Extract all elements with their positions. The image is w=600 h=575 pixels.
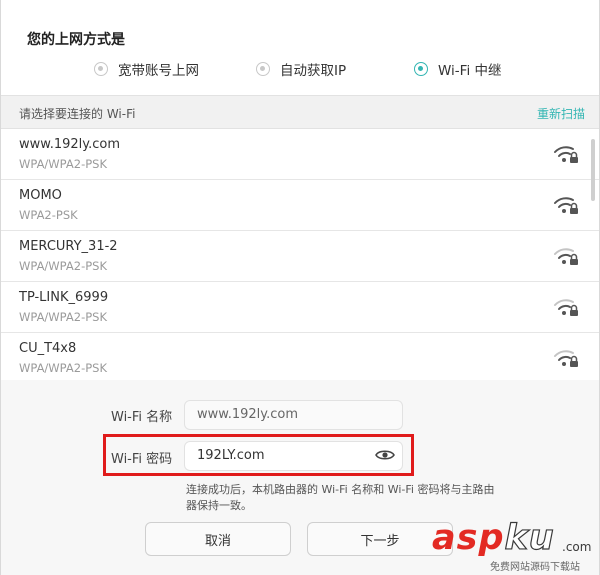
watermark-domain: .com — [562, 540, 592, 554]
wifi-list-item[interactable]: www.192ly.com WPA/WPA2-PSK — [1, 129, 599, 180]
wifi-security: WPA2-PSK — [19, 208, 78, 222]
wifi-ssid: MERCURY_31-2 — [19, 239, 118, 254]
mode-label: Wi-Fi 中继 — [438, 63, 502, 79]
wifi-list-item[interactable]: MERCURY_31-2 WPA/WPA2-PSK — [1, 231, 599, 282]
wifi-security: WPA/WPA2-PSK — [19, 310, 107, 324]
mode-label: 自动获取IP — [280, 63, 347, 79]
mode-wifi-repeater[interactable]: Wi-Fi 中继 — [414, 58, 502, 80]
watermark-logo: aspku — [432, 517, 555, 558]
radio-icon[interactable] — [256, 62, 270, 76]
radio-selected-icon[interactable] — [414, 62, 428, 76]
aspku-watermark: aspku .com 免费网站源码下载站 — [432, 517, 600, 575]
wifi-locked-icon — [554, 248, 578, 265]
connection-mode-group: 宽带账号上网 自动获取IP Wi-Fi 中继 — [0, 58, 600, 80]
wifi-ssid: www.192ly.com — [19, 137, 120, 152]
wifi-list-scrollbar[interactable] — [591, 139, 595, 201]
sync-note: 连接成功后，本机路由器的 Wi-Fi 名称和 Wi-Fi 密码将与主路由器保持一… — [186, 483, 495, 512]
wifi-name-label: Wi-Fi 名称 — [111, 410, 173, 425]
wifi-locked-icon — [554, 146, 578, 163]
page-title: 您的上网方式是 — [27, 32, 125, 48]
wifi-ssid: TP-LINK_6999 — [19, 290, 109, 305]
wifi-locked-icon — [554, 197, 578, 214]
wifi-ssid: CU_T4x8 — [19, 341, 77, 356]
wifi-name-field[interactable]: www.192ly.com — [184, 400, 403, 430]
wifi-ssid: MOMO — [19, 188, 62, 203]
wifi-list-title: 请选择要连接的 Wi-Fi — [19, 107, 136, 121]
wifi-list-item[interactable]: CU_T4x8 WPA/WPA2-PSK — [1, 333, 599, 380]
wifi-list-header: 请选择要连接的 Wi-Fi 重新扫描 — [1, 95, 599, 129]
wifi-list-item[interactable]: MOMO WPA2-PSK — [1, 180, 599, 231]
wifi-security: WPA/WPA2-PSK — [19, 361, 107, 375]
rescan-link[interactable]: 重新扫描 — [537, 105, 585, 122]
mode-broadband[interactable]: 宽带账号上网 — [94, 58, 199, 80]
password-highlight-box — [103, 434, 414, 476]
mode-dhcp[interactable]: 自动获取IP — [256, 58, 346, 80]
wifi-security: WPA/WPA2-PSK — [19, 259, 107, 273]
cancel-button[interactable]: 取消 — [145, 522, 291, 556]
wifi-locked-icon — [554, 299, 578, 316]
wifi-locked-icon — [554, 350, 578, 367]
wifi-list[interactable]: www.192ly.com WPA/WPA2-PSK MOMO WPA2-PSK… — [1, 129, 599, 380]
watermark-slogan: 免费网站源码下载站 — [490, 562, 580, 573]
radio-icon[interactable] — [94, 62, 108, 76]
mode-label: 宽带账号上网 — [118, 63, 199, 79]
wifi-list-item[interactable]: TP-LINK_6999 WPA/WPA2-PSK — [1, 282, 599, 333]
wifi-security: WPA/WPA2-PSK — [19, 157, 107, 171]
